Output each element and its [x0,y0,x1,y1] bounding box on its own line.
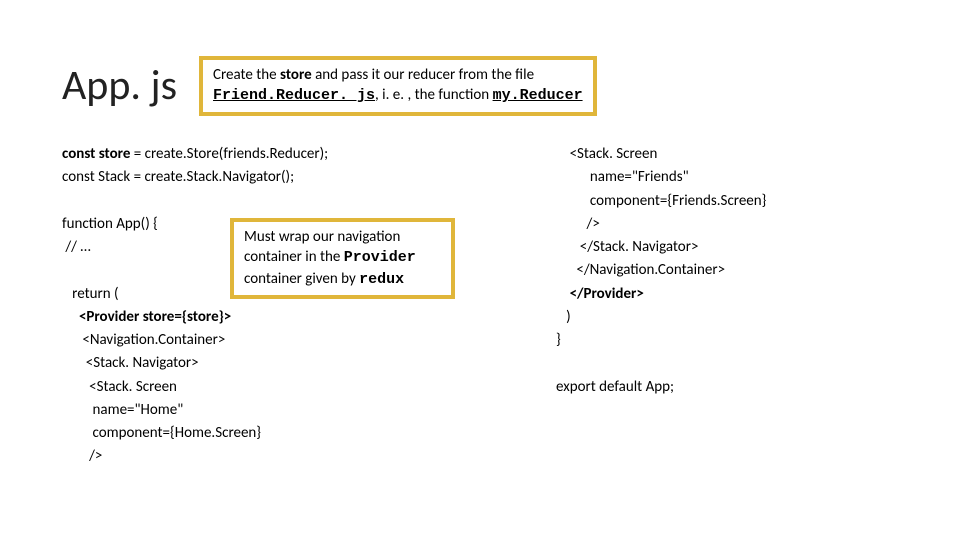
code-line: /> [556,215,600,233]
code-block-right: <Stack. Screen name="Friends" component=… [556,143,766,399]
code-line: <Stack. Screen [556,145,657,163]
code-line: </Navigation.Container> [556,261,725,279]
code-line: } [556,331,561,349]
callout-top: Create the store and pass it our reducer… [199,56,597,116]
code-line: ) [556,308,571,326]
code-line: name="Home" [62,401,183,419]
callout-text: Create the [213,66,280,84]
code-line: // … [62,238,91,256]
callout-text: and pass it our reducer from the file [312,66,534,84]
callout-mono-redux: redux [359,271,404,288]
code-line: return ( [62,285,119,303]
code-line: name="Friends" [556,168,689,186]
code-line: component={Friends.Screen} [556,192,766,210]
callout-text: , i. e. , the function [375,86,493,104]
code-line: component={Home.Screen} [62,424,261,442]
code-line: </Provider> [556,285,644,303]
code-line: </Stack. Navigator> [556,238,698,256]
header-row: App. js Create the store and pass it our… [62,56,597,116]
code-line: function App() { [62,215,158,233]
callout-middle: Must wrap our navigation container in th… [230,218,455,299]
page-title: App. js [62,60,177,111]
code-line: export default App; [556,378,674,396]
callout-mono-file: Friend.Reducer. js [213,87,375,104]
code-line: <Provider [62,308,143,326]
code-line: = create.Store(friends.Reducer); [130,145,328,163]
code-line: const Stack = create.Stack.Navigator(); [62,168,294,186]
code-line: <Navigation.Container> [62,331,225,349]
code-line: const store [62,145,130,163]
code-line: ={store}> [174,308,231,326]
callout-bold-store: store [280,66,312,84]
callout-mono-fn: my.Reducer [493,87,583,104]
code-line: <Stack. Screen [62,378,177,396]
code-line: store [143,308,175,326]
code-line: /> [62,447,102,465]
code-block-left: const store = create.Store(friends.Reduc… [62,143,328,469]
callout-text: container given by [244,270,359,288]
callout-mono-provider: Provider [344,249,416,266]
code-line: <Stack. Navigator> [62,354,199,372]
